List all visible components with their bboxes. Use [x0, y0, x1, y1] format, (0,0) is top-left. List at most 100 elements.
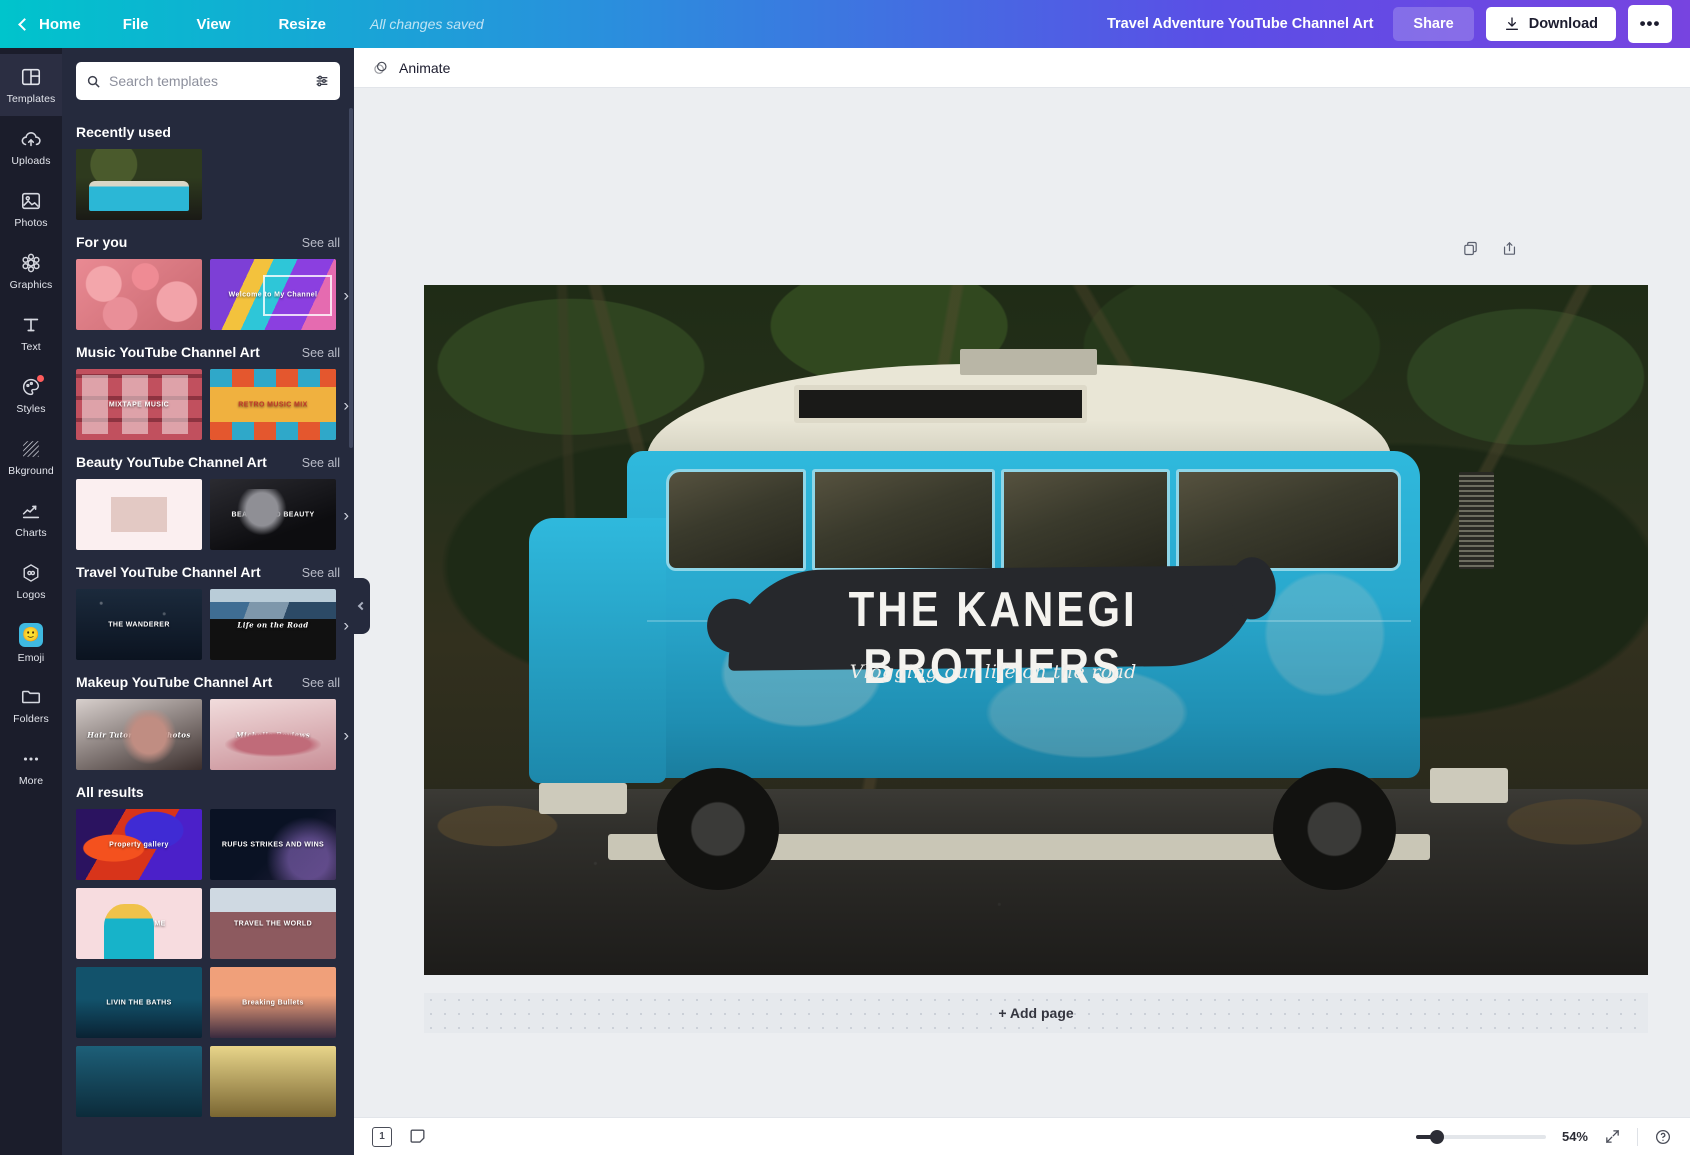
sidebar-item-text[interactable]: Text — [0, 302, 62, 364]
sidebar-item-more[interactable]: More — [0, 736, 62, 798]
template-thumbnail-label: BEAUTY AND BEAUTY — [210, 511, 336, 518]
van-rear-wheel — [1273, 768, 1395, 891]
notes-icon[interactable] — [408, 1127, 427, 1146]
template-thumbnail[interactable] — [76, 479, 202, 550]
sidebar-label-charts: Charts — [15, 527, 47, 539]
home-label: Home — [39, 16, 81, 33]
search-input[interactable]: Search templates — [76, 62, 340, 100]
template-thumbnail[interactable]: Hair Tutorial my Photos — [76, 699, 202, 770]
chevron-right-icon[interactable]: › — [343, 506, 349, 523]
template-thumbnail[interactable]: RUFUS STRIKES AND WINS — [210, 809, 336, 880]
download-button[interactable]: Download — [1486, 7, 1616, 41]
sidebar-item-uploads[interactable]: Uploads — [0, 116, 62, 178]
thumb-row-for-you: Welcome to My Channel › — [76, 259, 340, 330]
share-page-icon[interactable] — [1501, 240, 1518, 257]
template-thumbnail-label: DISCOVER ME — [76, 920, 202, 927]
search-icon — [86, 74, 101, 89]
sidebar-item-graphics[interactable]: Graphics — [0, 240, 62, 302]
template-thumbnail[interactable]: BEAUTY AND BEAUTY — [210, 479, 336, 550]
sidebar-item-templates[interactable]: Templates — [0, 54, 62, 116]
template-thumbnail[interactable] — [76, 259, 202, 330]
template-thumbnail[interactable]: THE WANDERER — [76, 589, 202, 660]
search-placeholder: Search templates — [109, 73, 306, 89]
sidebar-item-folders[interactable]: Folders — [0, 674, 62, 736]
template-thumbnail-label: RETRO MUSIC MIX — [210, 401, 336, 408]
photo-icon — [20, 190, 42, 212]
template-thumbnail[interactable] — [210, 1046, 336, 1117]
animate-button[interactable]: Animate — [399, 60, 450, 76]
see-all-link[interactable]: See all — [302, 346, 340, 360]
sidebar-label-styles: Styles — [16, 403, 45, 415]
more-options-button[interactable]: ••• — [1628, 5, 1672, 43]
see-all-link[interactable]: See all — [302, 456, 340, 470]
zoom-slider[interactable] — [1416, 1135, 1546, 1139]
animate-icon — [372, 59, 390, 77]
sidebar-item-charts[interactable]: Charts — [0, 488, 62, 550]
design-canvas[interactable]: THE KANEGI BROTHERS Vlogging our life on… — [424, 285, 1648, 975]
thumb-row-recently-used: THE KANEGI BROTHERS — [76, 149, 340, 220]
zoom-slider-knob[interactable] — [1430, 1130, 1444, 1144]
menu-resize[interactable]: Resize — [254, 0, 350, 48]
thumb-row-makeup: Hair Tutorial my Photos Michelle Reviews… — [76, 699, 340, 770]
templates-icon — [20, 66, 42, 88]
template-thumbnail-label: Life on the Road — [210, 620, 336, 629]
template-thumbnail[interactable]: RETRO MUSIC MIX — [210, 369, 336, 440]
see-all-link[interactable]: See all — [302, 566, 340, 580]
section-header-all-results: All results — [76, 784, 340, 800]
expand-icon[interactable] — [1604, 1128, 1621, 1145]
section-title: Travel YouTube Channel Art — [76, 564, 261, 580]
sidebar-item-emoji[interactable]: 🙂 Emoji — [0, 612, 62, 674]
template-thumbnail[interactable]: LIVIN THE BATHS — [76, 967, 202, 1038]
template-thumbnail[interactable] — [76, 1046, 202, 1117]
canvas-holder: THE KANEGI BROTHERS Vlogging our life on… — [354, 88, 1690, 1117]
panel-scrollbar[interactable] — [349, 108, 353, 448]
template-thumbnail[interactable]: Property gallery — [76, 809, 202, 880]
emoji-icon: 🙂 — [19, 623, 43, 647]
van-nose — [529, 518, 666, 784]
thumb-row-beauty: BEAUTY AND BEAUTY › — [76, 479, 340, 550]
van-window — [666, 469, 806, 571]
template-thumbnail[interactable]: THE KANEGI BROTHERS — [76, 149, 202, 220]
section-title: All results — [76, 784, 144, 800]
sidebar-label-templates: Templates — [7, 93, 56, 105]
template-thumbnail[interactable]: Michelle Reviews — [210, 699, 336, 770]
template-thumbnail[interactable]: MIXTAPE MUSIC — [76, 369, 202, 440]
share-button[interactable]: Share — [1393, 7, 1473, 41]
section-header-music: Music YouTube Channel Art See all — [76, 344, 340, 360]
panel-collapse-button[interactable] — [354, 578, 370, 634]
top-bar: Home File View Resize All changes saved … — [0, 0, 1690, 48]
thumb-row-music: MIXTAPE MUSIC RETRO MUSIC MIX › — [76, 369, 340, 440]
menu-file-label: File — [123, 16, 149, 33]
section-title: Makeup YouTube Channel Art — [76, 674, 272, 690]
sidebar-item-bkground[interactable]: Bkground — [0, 426, 62, 488]
document-title[interactable]: Travel Adventure YouTube Channel Art — [1107, 16, 1373, 32]
chevron-right-icon[interactable]: › — [343, 726, 349, 743]
home-button[interactable]: Home — [0, 0, 99, 48]
see-all-link[interactable]: See all — [302, 236, 340, 250]
design-tagline[interactable]: Vlogging our life on the road — [730, 661, 1256, 683]
template-thumbnail[interactable]: Life on the Road — [210, 589, 336, 660]
page-count-icon[interactable]: 1 — [372, 1127, 392, 1147]
help-circle-icon[interactable] — [1654, 1128, 1672, 1146]
duplicate-page-icon[interactable] — [1462, 240, 1479, 257]
template-thumbnail[interactable]: Welcome to My Channel — [210, 259, 336, 330]
template-thumbnail-label: THE WANDERER — [76, 621, 202, 628]
template-thumbnail[interactable]: TRAVEL THE WORLD — [210, 888, 336, 959]
sidebar-label-emoji: Emoji — [18, 652, 45, 664]
sidebar-item-logos[interactable]: Logos — [0, 550, 62, 612]
filter-sliders-icon[interactable] — [314, 73, 330, 89]
menu-file[interactable]: File — [99, 0, 173, 48]
menu-view[interactable]: View — [173, 0, 255, 48]
chevron-right-icon[interactable]: › — [343, 616, 349, 633]
logos-icon — [20, 562, 42, 584]
sidebar-item-styles[interactable]: Styles — [0, 364, 62, 426]
section-title: Recently used — [76, 124, 171, 140]
template-thumbnail[interactable]: DISCOVER ME — [76, 888, 202, 959]
add-page-bar[interactable]: + Add page — [424, 993, 1648, 1033]
animate-toolbar: Animate — [354, 48, 1690, 88]
van-side-windows — [666, 469, 1400, 571]
template-thumbnail[interactable]: Breaking Bullets — [210, 967, 336, 1038]
see-all-link[interactable]: See all — [302, 676, 340, 690]
sidebar-item-photos[interactable]: Photos — [0, 178, 62, 240]
bottom-bar-divider — [1637, 1128, 1638, 1146]
